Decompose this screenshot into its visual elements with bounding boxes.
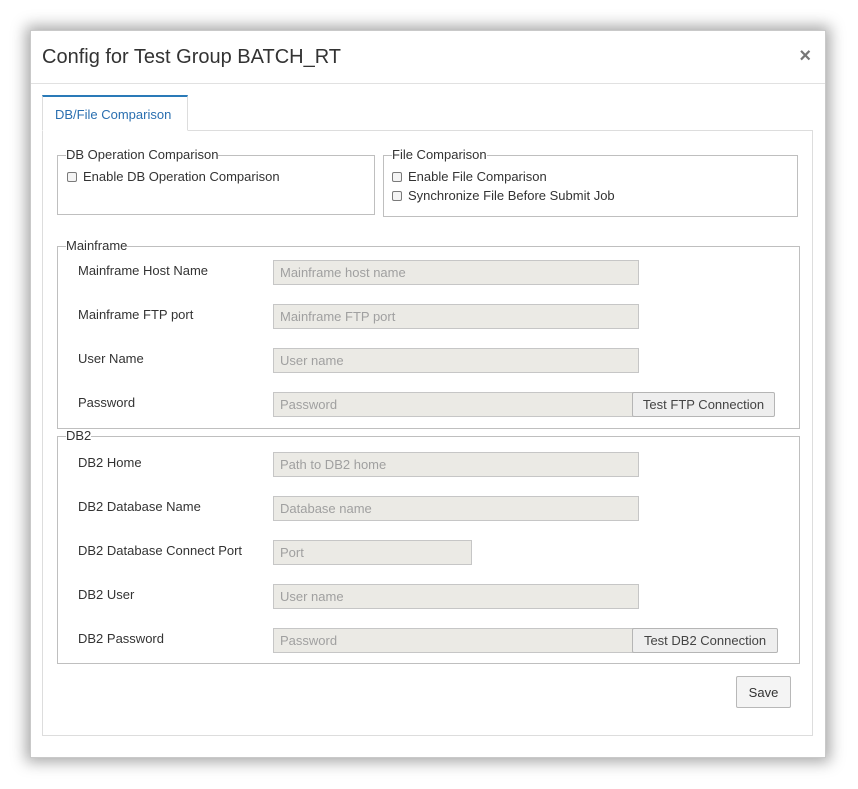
dialog-title: Config for Test Group BATCH_RT xyxy=(42,46,342,68)
dialog-header: Config for Test Group BATCH_RT × xyxy=(31,31,825,84)
synchronize-file-row[interactable]: Synchronize File Before Submit Job xyxy=(392,188,615,203)
db2-database-name-input[interactable] xyxy=(273,496,639,521)
tab-label: DB/File Comparison xyxy=(55,107,172,122)
mainframe-ftp-port-input[interactable] xyxy=(273,304,639,329)
tab-panel: DB Operation Comparison Enable DB Operat… xyxy=(42,130,813,736)
test-ftp-connection-button[interactable]: Test FTP Connection xyxy=(632,392,775,417)
test-db2-connection-button[interactable]: Test DB2 Connection xyxy=(632,628,778,653)
synchronize-file-label: Synchronize File Before Submit Job xyxy=(408,188,615,203)
db2-user-label: DB2 User xyxy=(78,587,135,602)
db2-password-label: DB2 Password xyxy=(78,631,164,646)
config-dialog: Config for Test Group BATCH_RT × DB/File… xyxy=(30,30,826,758)
mainframe-host-name-label: Mainframe Host Name xyxy=(78,263,209,278)
password-label: Password xyxy=(78,395,136,410)
db2-password-input[interactable] xyxy=(273,628,639,653)
password-input[interactable] xyxy=(273,392,639,417)
file-comparison-legend: File Comparison xyxy=(392,147,487,162)
db2-legend: DB2 xyxy=(66,428,92,443)
mainframe-host-name-input[interactable] xyxy=(273,260,639,285)
mainframe-ftp-port-label: Mainframe FTP port xyxy=(78,307,194,322)
enable-file-comparison-checkbox[interactable] xyxy=(392,171,402,182)
db2-user-input[interactable] xyxy=(273,584,639,609)
db2-database-name-label: DB2 Database Name xyxy=(78,499,201,514)
synchronize-file-checkbox[interactable] xyxy=(392,190,402,201)
enable-db-operation-comparison-row[interactable]: Enable DB Operation Comparison xyxy=(67,169,280,184)
db2-home-label: DB2 Home xyxy=(78,455,142,470)
user-name-input[interactable] xyxy=(273,348,639,373)
enable-db-operation-comparison-label: Enable DB Operation Comparison xyxy=(83,169,280,184)
enable-db-operation-comparison-checkbox[interactable] xyxy=(67,171,77,182)
tab-db-file-comparison[interactable]: DB/File Comparison xyxy=(42,95,188,131)
enable-file-comparison-row[interactable]: Enable File Comparison xyxy=(392,169,547,184)
mainframe-legend: Mainframe xyxy=(66,238,128,253)
db2-connect-port-label: DB2 Database Connect Port xyxy=(78,543,243,558)
user-name-label: User Name xyxy=(78,351,144,366)
db-operation-comparison-legend: DB Operation Comparison xyxy=(66,147,219,162)
close-icon[interactable]: × xyxy=(799,46,811,66)
db2-connect-port-input[interactable] xyxy=(273,540,472,565)
enable-file-comparison-label: Enable File Comparison xyxy=(408,169,547,184)
db2-home-input[interactable] xyxy=(273,452,639,477)
